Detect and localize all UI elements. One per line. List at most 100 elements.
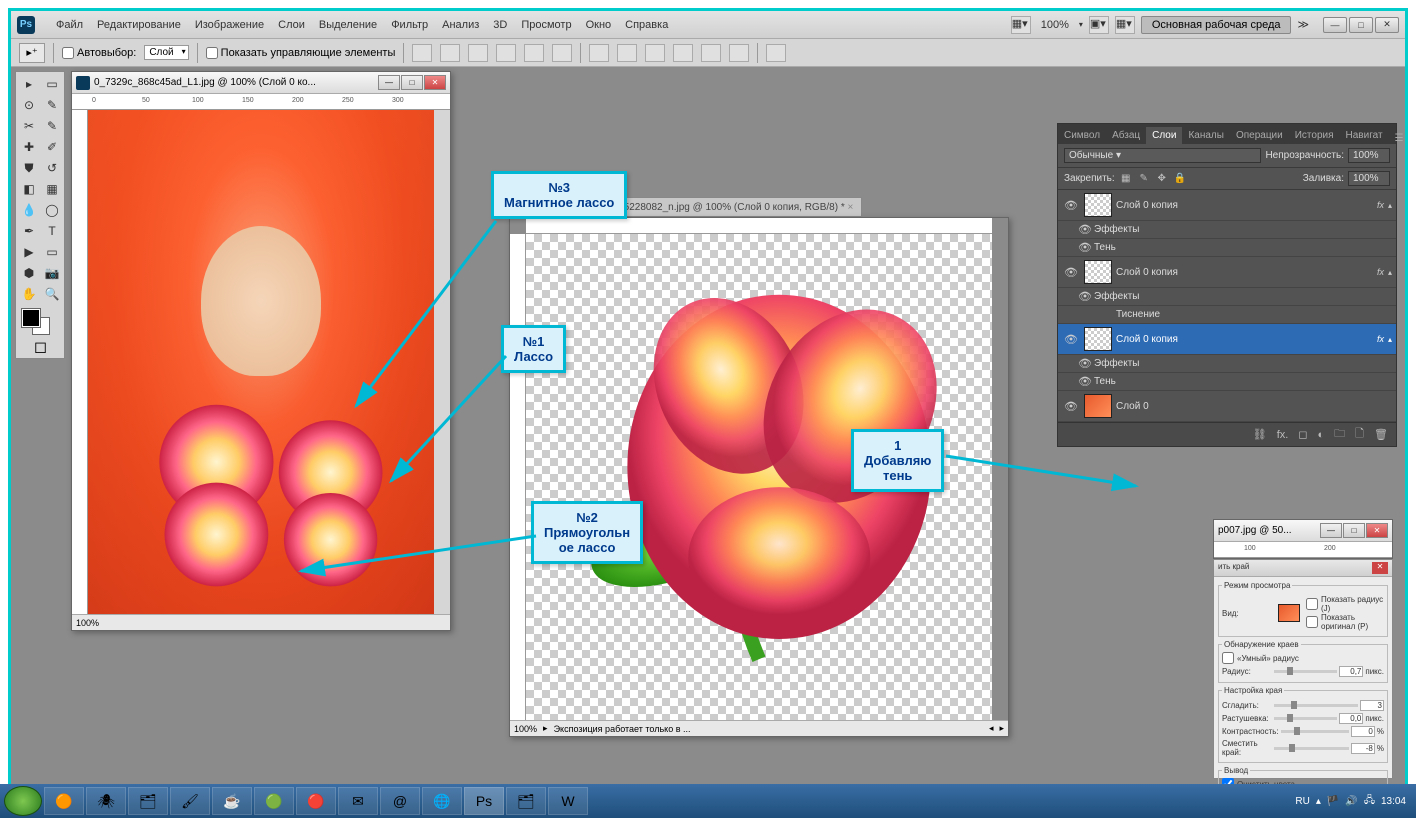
language-indicator[interactable]: RU [1295, 796, 1309, 807]
doc-close-icon[interactable]: ✕ [424, 75, 446, 90]
doc-maximize-icon[interactable]: □ [1343, 523, 1365, 538]
shift-field[interactable]: -8 [1351, 743, 1375, 754]
distribute-top-icon[interactable] [589, 44, 609, 62]
effect-item[interactable]: 👁Тень [1058, 373, 1396, 391]
effect-item[interactable]: Тиснение [1058, 306, 1396, 324]
canvas-1[interactable] [88, 110, 434, 614]
link-layers-icon[interactable]: ⛓ [1253, 428, 1267, 441]
visibility-icon[interactable]: 👁 [1062, 400, 1080, 413]
visibility-icon[interactable]: 👁 [1062, 266, 1080, 279]
contrast-field[interactable]: 0 [1351, 726, 1375, 737]
scrollbar-left-icon[interactable]: ◂ [989, 723, 994, 734]
status-info-icon[interactable]: ▸ [543, 723, 548, 734]
menu-analysis[interactable]: Анализ [435, 19, 486, 31]
shape-tool-icon[interactable]: ▭ [41, 242, 63, 262]
distribute-right-icon[interactable] [729, 44, 749, 62]
crop-tool-icon[interactable]: ✂ [18, 116, 40, 136]
align-vcenter-icon[interactable] [440, 44, 460, 62]
menu-filter[interactable]: Фильтр [384, 19, 435, 31]
taskbar-item[interactable]: W [548, 787, 588, 815]
taskbar-item[interactable]: 🟠 [44, 787, 84, 815]
show-transform-checkbox[interactable]: Показать управляющие элементы [206, 47, 396, 59]
tab-navigator[interactable]: Навигат [1340, 127, 1389, 144]
align-right-icon[interactable] [552, 44, 572, 62]
zoom-level[interactable]: 100% [1037, 19, 1073, 31]
layer-name[interactable]: Слой 0 копия [1116, 334, 1377, 345]
flag-icon[interactable]: 🏴 [1327, 796, 1339, 807]
feather-slider[interactable] [1274, 717, 1337, 720]
lock-pixels-icon[interactable]: ✎ [1137, 172, 1151, 186]
color-swatches[interactable] [18, 307, 63, 337]
align-bottom-icon[interactable] [468, 44, 488, 62]
vertical-ruler[interactable] [72, 110, 88, 614]
workspace-button[interactable]: Основная рабочая среда [1141, 16, 1292, 34]
menu-layer[interactable]: Слои [271, 19, 312, 31]
layer-row[interactable]: 👁 Слой 0 копия fx▴ [1058, 324, 1396, 355]
fx-badge[interactable]: fx [1377, 334, 1384, 344]
zoom-tool-icon[interactable]: 🔍 [41, 284, 63, 304]
doc-close-icon[interactable]: ✕ [1366, 523, 1388, 538]
close-icon[interactable]: ✕ [1375, 17, 1399, 33]
taskbar-item[interactable]: 🌐 [422, 787, 462, 815]
menu-3d[interactable]: 3D [486, 19, 514, 31]
zoom-dropdown-icon[interactable]: ▾ [1079, 20, 1083, 29]
fx-expand-icon[interactable]: ▴ [1388, 268, 1392, 277]
document-zoom[interactable]: 100% [76, 618, 99, 628]
eyedropper-tool-icon[interactable]: ✎ [41, 116, 63, 136]
start-button[interactable] [4, 786, 42, 816]
dialog-close-icon[interactable]: ✕ [1372, 562, 1388, 574]
quick-select-tool-icon[interactable]: ✎ [41, 95, 63, 115]
radius-slider[interactable] [1274, 670, 1337, 673]
doc-minimize-icon[interactable]: — [378, 75, 400, 90]
doc-maximize-icon[interactable]: □ [401, 75, 423, 90]
tab-symbol[interactable]: Символ [1058, 127, 1106, 144]
layer-name[interactable]: Слой 0 копия [1116, 200, 1377, 211]
tab-channels[interactable]: Каналы [1182, 127, 1230, 144]
clock[interactable]: 13:04 [1381, 796, 1406, 807]
3d-camera-tool-icon[interactable]: 📷 [41, 263, 63, 283]
menu-select[interactable]: Выделение [312, 19, 384, 31]
effects-row[interactable]: 👁Эффекты [1058, 355, 1396, 373]
healing-tool-icon[interactable]: ✚ [18, 137, 40, 157]
effects-row[interactable]: 👁Эффекты [1058, 221, 1396, 239]
new-layer-icon[interactable]: 🗋 [1355, 425, 1364, 444]
3d-tool-icon[interactable]: ⬢ [18, 263, 40, 283]
taskbar-item[interactable]: ☕ [212, 787, 252, 815]
layer-thumbnail[interactable] [1084, 260, 1112, 284]
show-radius-checkbox[interactable]: Показать радиус (J) [1306, 595, 1384, 613]
blur-tool-icon[interactable]: 💧 [18, 200, 40, 220]
layer-row[interactable]: 👁 Слой 0 [1058, 391, 1396, 422]
volume-icon[interactable]: 🔊 [1345, 796, 1357, 807]
menu-file[interactable]: Файл [49, 19, 90, 31]
smooth-slider[interactable] [1274, 704, 1358, 707]
visibility-icon[interactable]: 👁 [1076, 290, 1094, 303]
network-icon[interactable]: 🖧 [1364, 793, 1375, 810]
fx-expand-icon[interactable]: ▴ [1388, 201, 1392, 210]
screen-mode-icon[interactable]: ▣▾ [1089, 16, 1109, 34]
taskbar-item-photoshop[interactable]: Ps [464, 787, 504, 815]
visibility-icon[interactable]: 👁 [1076, 357, 1094, 370]
arrange-docs-icon[interactable]: ▦▾ [1115, 16, 1135, 34]
align-hcenter-icon[interactable] [524, 44, 544, 62]
move-tool-icon[interactable]: ▸ [18, 74, 40, 94]
layer-row[interactable]: 👁 Слой 0 копия fx▴ [1058, 190, 1396, 221]
menu-window[interactable]: Окно [579, 19, 619, 31]
visibility-icon[interactable]: 👁 [1076, 375, 1094, 388]
blend-mode-dropdown[interactable]: Обычные ▾ [1064, 148, 1261, 163]
visibility-icon[interactable]: 👁 [1062, 199, 1080, 212]
tab-actions[interactable]: Операции [1230, 127, 1289, 144]
taskbar-item[interactable]: 🕷 [86, 787, 126, 815]
taskbar-item[interactable]: 🖌 [170, 787, 210, 815]
document-title-bar[interactable]: p007.jpg @ 50... — □ ✕ [1214, 520, 1392, 542]
layer-thumbnail[interactable] [1084, 394, 1112, 418]
maximize-icon[interactable]: □ [1349, 17, 1373, 33]
smooth-field[interactable]: 3 [1360, 700, 1384, 711]
menu-image[interactable]: Изображение [188, 19, 271, 31]
history-brush-tool-icon[interactable]: ↺ [41, 158, 63, 178]
visibility-icon[interactable]: 👁 [1062, 333, 1080, 346]
fx-badge[interactable]: fx [1377, 267, 1384, 277]
delete-layer-icon[interactable]: 🗑 [1374, 428, 1388, 441]
new-group-icon[interactable]: 🗀 [1334, 425, 1345, 444]
marquee-tool-icon[interactable]: ▭ [41, 74, 63, 94]
launch-bridge-icon[interactable]: ▦▾ [1011, 16, 1031, 34]
